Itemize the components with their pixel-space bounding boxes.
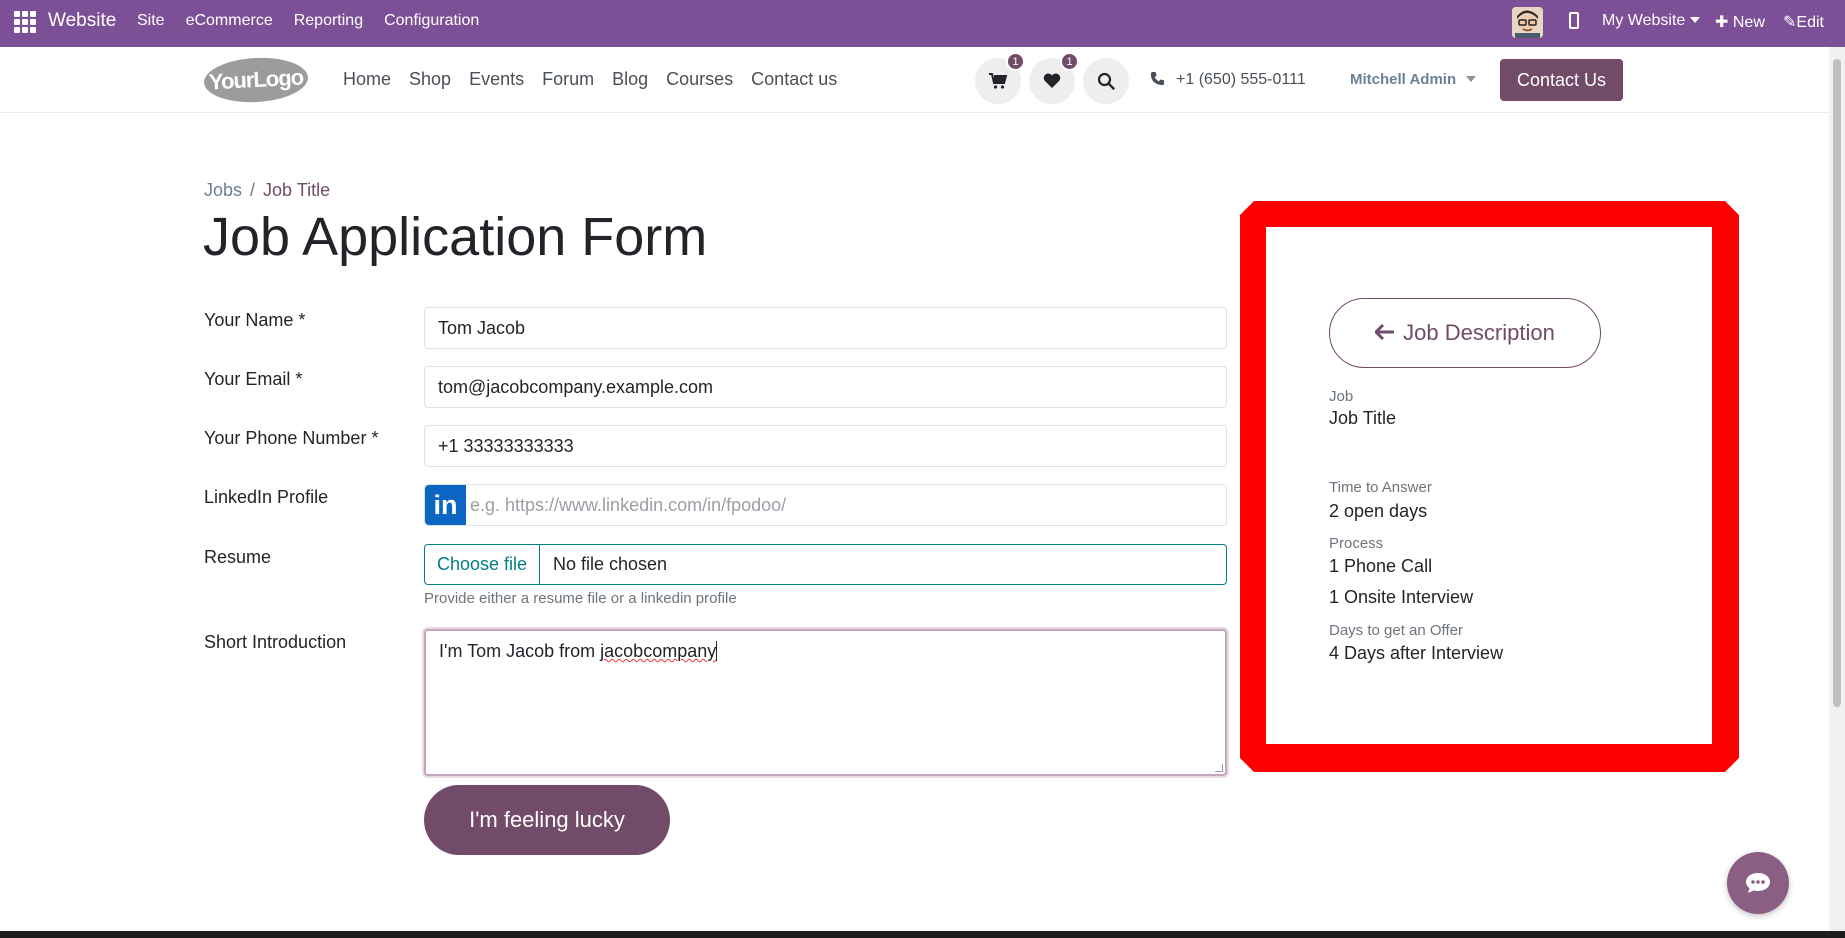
name-field[interactable]: Tom Jacob: [424, 307, 1227, 349]
intro-text: I'm Tom Jacob from: [439, 641, 601, 661]
wishlist-count-badge: 1: [1060, 52, 1079, 71]
chevron-down-icon: [1466, 76, 1477, 82]
cart-count-badge: 1: [1006, 52, 1025, 71]
offer-label: Days to get an Offer: [1329, 622, 1463, 639]
choose-file-button[interactable]: Choose file: [425, 545, 540, 584]
new-button[interactable]: ✚ New: [1715, 12, 1765, 32]
cart-button[interactable]: 1: [975, 52, 1025, 104]
nav-contact-us[interactable]: Contact us: [751, 69, 837, 90]
job-description-button[interactable]: Job Description: [1329, 298, 1601, 368]
time-to-answer-value: 2 open days: [1329, 501, 1428, 521]
edit-button[interactable]: ✎Edit: [1783, 12, 1824, 32]
phone-link[interactable]: +1 (650) 555-0111: [1150, 71, 1306, 89]
search-button[interactable]: [1083, 58, 1129, 104]
admin-menu-reporting[interactable]: Reporting: [294, 12, 363, 30]
wishlist-button[interactable]: 1: [1029, 52, 1079, 104]
admin-menu-configuration[interactable]: Configuration: [384, 12, 479, 30]
time-to-answer-label: Time to Answer: [1329, 479, 1432, 496]
job-label: Job: [1329, 388, 1354, 405]
job-value: Job Title: [1329, 408, 1397, 428]
phone-label: Your Phone Number *: [204, 428, 379, 448]
linkedin-icon: in: [425, 485, 466, 525]
linkedin-field[interactable]: in e.g. https://www.linkedin.com/in/fpod…: [424, 484, 1227, 526]
process-label: Process: [1329, 535, 1384, 552]
bottom-edge: [0, 931, 1845, 938]
page-title: Job Application Form: [203, 207, 708, 267]
breadcrumb-current: Job Title: [263, 180, 331, 200]
process-step-1: 1 Phone Call: [1329, 556, 1433, 576]
admin-menu-ecommerce[interactable]: eCommerce: [186, 12, 273, 30]
arrow-left-icon: [1374, 320, 1395, 346]
nav-forum[interactable]: Forum: [542, 69, 594, 90]
pencil-icon: ✎: [1783, 14, 1797, 31]
chat-button[interactable]: [1727, 852, 1789, 914]
nav-shop[interactable]: Shop: [409, 69, 451, 90]
chat-icon: [1746, 873, 1770, 893]
mobile-icon[interactable]: [1569, 12, 1579, 29]
plus-icon: ✚: [1715, 14, 1733, 31]
nav-home[interactable]: Home: [343, 69, 391, 90]
text-cursor: [716, 641, 718, 661]
user-menu[interactable]: Mitchell Admin: [1350, 71, 1477, 88]
app-title[interactable]: Website: [48, 10, 116, 32]
website-selector[interactable]: My Website: [1602, 12, 1701, 30]
intro-label: Short Introduction: [204, 632, 347, 652]
main-nav: Home Shop Events Forum Blog Courses Cont…: [343, 69, 855, 90]
admin-menu: Site eCommerce Reporting Configuration: [137, 12, 500, 30]
breadcrumb: Jobs / Job Title: [204, 180, 330, 201]
contact-us-button[interactable]: Contact Us: [1500, 59, 1623, 101]
process-step-2: 1 Onsite Interview: [1329, 587, 1474, 607]
cart-icon: [989, 73, 1007, 89]
apps-grid-icon[interactable]: [14, 11, 36, 33]
nav-events[interactable]: Events: [469, 69, 524, 90]
resume-file-input[interactable]: Choose file No file chosen: [424, 544, 1227, 585]
intro-text-misspelled: jacobcompany: [600, 641, 717, 661]
resume-label: Resume: [204, 547, 272, 567]
file-status: No file chosen: [553, 554, 668, 574]
email-field[interactable]: tom@jacobcompany.example.com: [424, 366, 1227, 408]
admin-menu-site[interactable]: Site: [137, 12, 165, 30]
resume-help-text: Provide either a resume file or a linked…: [424, 590, 737, 607]
phone-field[interactable]: +1 33333333333: [424, 425, 1227, 467]
avatar[interactable]: [1512, 7, 1543, 38]
breadcrumb-separator: /: [250, 180, 256, 200]
linkedin-label: LinkedIn Profile: [204, 487, 329, 507]
nav-courses[interactable]: Courses: [666, 69, 733, 90]
nav-blog[interactable]: Blog: [612, 69, 648, 90]
scrollbar-thumb[interactable]: [1833, 59, 1841, 707]
linkedin-input-placeholder: e.g. https://www.linkedin.com/in/fpodoo/: [470, 495, 787, 515]
admin-bar: Website Site eCommerce Reporting Configu…: [0, 0, 1845, 47]
phone-icon: [1150, 71, 1165, 86]
search-icon: [1097, 72, 1115, 90]
heart-icon: [1043, 73, 1061, 88]
breadcrumb-jobs[interactable]: Jobs: [204, 180, 242, 200]
email-label: Your Email *: [204, 369, 303, 389]
name-label: Your Name *: [204, 310, 306, 330]
intro-textarea[interactable]: I'm Tom Jacob from jacobcompany: [424, 629, 1227, 776]
page-scrollbar[interactable]: [1829, 47, 1845, 931]
submit-button[interactable]: I'm feeling lucky: [424, 785, 670, 855]
offer-value: 4 Days after Interview: [1329, 643, 1504, 663]
resize-handle[interactable]: [1215, 764, 1223, 772]
chevron-down-icon: [1690, 17, 1701, 23]
